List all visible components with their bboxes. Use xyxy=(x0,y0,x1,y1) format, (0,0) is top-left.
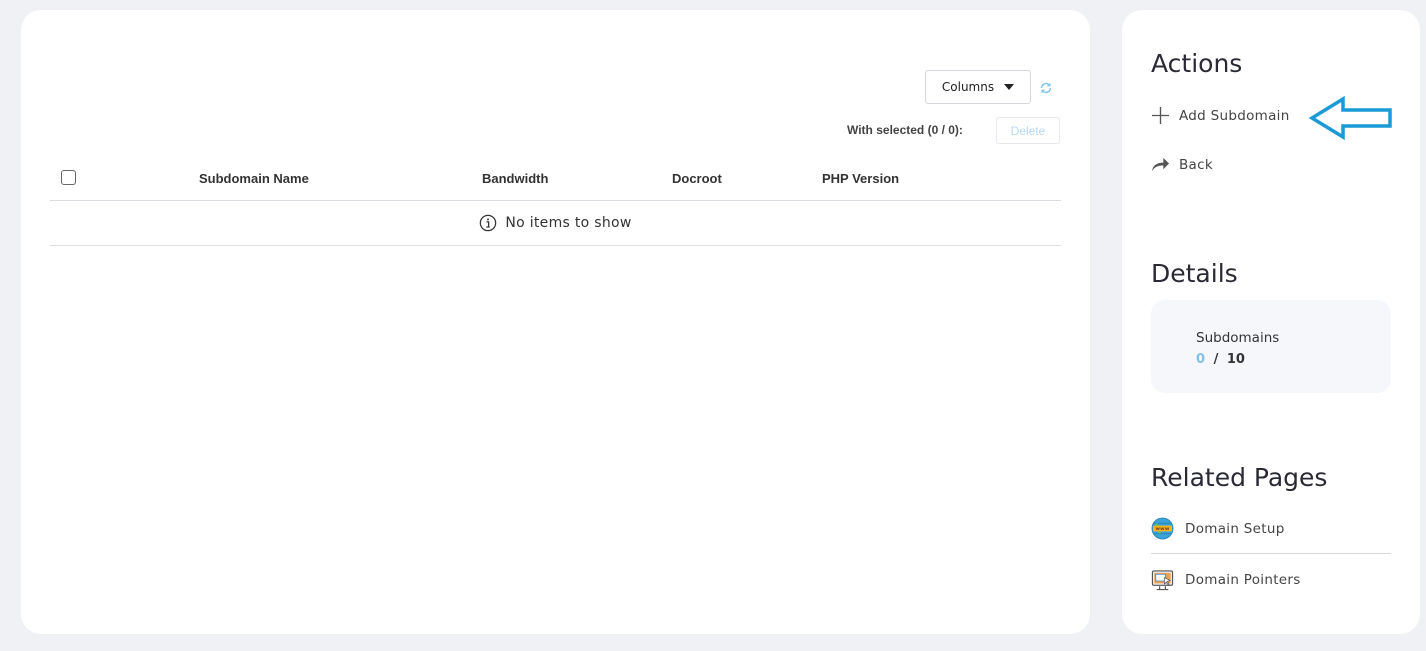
with-selected-label: With selected (0 / 0): xyxy=(847,123,963,137)
refresh-icon[interactable] xyxy=(1039,81,1053,95)
related-link-domain-pointers[interactable]: Domain Pointers xyxy=(1151,555,1391,605)
column-header-php-version[interactable]: PHP Version xyxy=(822,171,899,186)
empty-table-row: No items to show xyxy=(50,201,1061,246)
domain-pointers-label: Domain Pointers xyxy=(1185,572,1301,588)
info-icon xyxy=(480,214,497,232)
subdomains-limit: 10 xyxy=(1226,352,1245,367)
globe-www-icon: www xyxy=(1151,517,1174,540)
plus-icon xyxy=(1151,106,1170,125)
actions-title: Actions xyxy=(1151,49,1243,78)
usage-separator: / xyxy=(1213,352,1219,367)
subdomains-label: Subdomains xyxy=(1196,330,1280,346)
caret-down-icon xyxy=(1004,84,1015,90)
back-action[interactable]: Back xyxy=(1151,156,1213,173)
add-subdomain-label: Add Subdomain xyxy=(1179,107,1290,124)
subdomains-usage-card: Subdomains 0 / 10 xyxy=(1151,300,1391,393)
details-title: Details xyxy=(1151,259,1238,288)
back-label: Back xyxy=(1179,156,1213,173)
columns-dropdown-button[interactable]: Columns xyxy=(925,70,1031,104)
select-all-checkbox[interactable] xyxy=(61,170,76,185)
domain-setup-label: Domain Setup xyxy=(1185,520,1285,537)
add-subdomain-action[interactable]: Add Subdomain xyxy=(1151,106,1290,125)
column-header-docroot[interactable]: Docroot xyxy=(672,171,722,186)
subdomains-used: 0 xyxy=(1196,352,1206,367)
table-header: Subdomain Name Bandwidth Docroot PHP Ver… xyxy=(50,160,1061,201)
subdomains-panel: Columns With selected (0 / 0): Delete Su… xyxy=(21,10,1090,634)
columns-label: Columns xyxy=(941,80,995,94)
column-header-bandwidth[interactable]: Bandwidth xyxy=(482,171,548,186)
monitor-pointer-icon xyxy=(1151,569,1174,590)
column-header-subdomain-name[interactable]: Subdomain Name xyxy=(199,171,309,186)
related-link-domain-setup[interactable]: www Domain Setup xyxy=(1151,504,1391,554)
annotation-arrow-icon xyxy=(1309,96,1392,140)
delete-button[interactable]: Delete xyxy=(996,117,1060,144)
svg-text:www: www xyxy=(1155,527,1169,532)
back-arrow-icon xyxy=(1152,157,1169,172)
related-pages-title: Related Pages xyxy=(1151,463,1328,492)
empty-message: No items to show xyxy=(505,215,632,231)
subdomains-usage: 0 / 10 xyxy=(1196,352,1245,367)
